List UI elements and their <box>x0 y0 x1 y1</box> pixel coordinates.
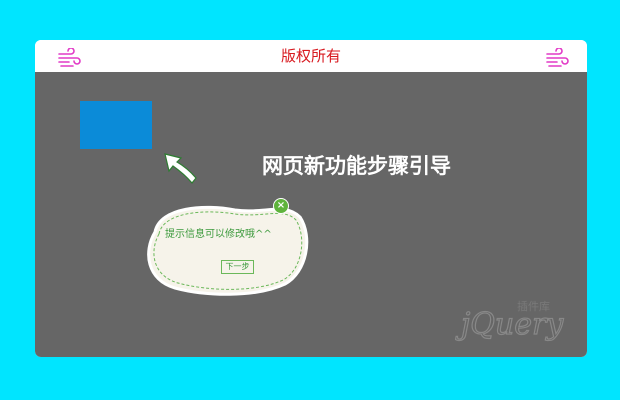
wind-icon <box>546 48 569 67</box>
highlighted-feature[interactable] <box>80 101 152 149</box>
jquery-watermark-logo: jQuery 插件库 <box>455 299 565 343</box>
guide-heading: 网页新功能步骤引导 <box>262 154 451 178</box>
tooltip-text: 提示信息可以修改哦^^ <box>165 229 272 240</box>
guide-stage: 网页新功能步骤引导 提示信息可以修改哦^^ 下一步 × jQuery 插件库 <box>35 72 587 357</box>
page-title: 版权所有 <box>280 47 341 65</box>
next-step-button[interactable]: 下一步 <box>221 260 254 274</box>
close-icon[interactable]: × <box>273 198 289 214</box>
demo-frame: 版权所有 网页新功能步骤引导 提示信息可以修改哦^^ 下一步 × jQuery … <box>35 40 587 357</box>
pointer-arrow-icon <box>164 153 197 184</box>
header-bar: 版权所有 <box>35 40 587 72</box>
svg-text:插件库: 插件库 <box>517 299 550 313</box>
